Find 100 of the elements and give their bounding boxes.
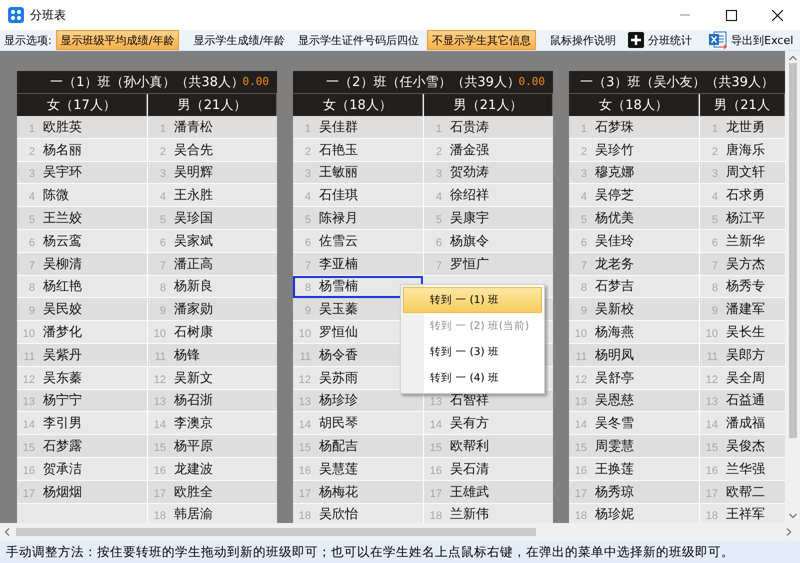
student-cell[interactable]: 14 李澳京 bbox=[148, 412, 277, 436]
student-cell[interactable]: 6 杨云鸾 bbox=[17, 230, 147, 253]
status-text: 手动调整方法：按住要转班的学生拖动到新的班级即可；也可以在学生姓名上点鼠标右键，在弹出的菜单中选择新的班级即可。 bbox=[6, 544, 734, 561]
student-name: 潘正高 bbox=[174, 256, 213, 273]
student-name: 潘建军 bbox=[726, 301, 765, 318]
student-cell[interactable]: 12 吴全周 bbox=[700, 366, 785, 390]
student-cell[interactable]: 6 兰新华 bbox=[700, 230, 785, 253]
student-cell[interactable]: 16 吴慧莲 bbox=[293, 458, 423, 481]
student-cell[interactable]: 2 潘金强 bbox=[424, 138, 553, 162]
student-cell[interactable]: 18 杨珍妮 bbox=[569, 504, 699, 523]
student-name: 贺劲涛 bbox=[450, 164, 489, 182]
minimize-icon[interactable] bbox=[680, 14, 690, 16]
maximize-icon[interactable] bbox=[726, 10, 736, 20]
student-cell[interactable]: 8 杨新良 bbox=[148, 276, 277, 298]
student-cell[interactable]: 16 吴石清 bbox=[424, 458, 553, 481]
student-cell[interactable]: 10 石树康 bbox=[148, 321, 277, 344]
student-name: 欧帮二 bbox=[726, 484, 765, 501]
row-number: 6 bbox=[580, 236, 587, 249]
student-cell[interactable]: 16 贺承洁 bbox=[17, 458, 147, 481]
student-cell[interactable]: 6 吴佳玲 bbox=[569, 230, 699, 253]
student-cell[interactable]: 4 石佳琪 bbox=[293, 184, 423, 208]
student-cell[interactable]: 16 兰华强 bbox=[700, 458, 785, 481]
student-cell[interactable]: 4 吴停芝 bbox=[569, 184, 699, 208]
scroll-up-icon[interactable] bbox=[788, 55, 796, 61]
row-number: 18 bbox=[428, 510, 442, 522]
student-cell[interactable]: 8 石梦吉 bbox=[569, 276, 699, 298]
student-name: 吴明辉 bbox=[174, 164, 213, 182]
row-number: 18 bbox=[152, 510, 166, 522]
student-name: 杨海燕 bbox=[595, 324, 634, 342]
student-name: 石益通 bbox=[726, 392, 765, 410]
scroll-left-icon[interactable] bbox=[4, 528, 10, 536]
scroll-down-icon[interactable] bbox=[788, 513, 796, 519]
student-cell[interactable]: 18 韩居渝 bbox=[148, 504, 277, 523]
menu-item[interactable]: 转到 一 (1) 班 bbox=[403, 287, 542, 313]
student-name: 石梦吉 bbox=[595, 278, 634, 296]
row-number: 14 bbox=[298, 419, 311, 432]
student-cell[interactable]: 4 石求勇 bbox=[700, 184, 785, 208]
student-cell[interactable]: 8 杨秀专 bbox=[700, 276, 785, 298]
column-header: 男（21人） bbox=[148, 94, 277, 116]
student-cell[interactable]: 4 陈微 bbox=[17, 184, 147, 208]
row-number: 8 bbox=[580, 282, 587, 294]
row-number: 4 bbox=[158, 191, 166, 204]
student-name: 杨雪楠 bbox=[319, 278, 358, 296]
student-name: 韩居渝 bbox=[174, 506, 213, 523]
statistics-button[interactable]: 分班统计 bbox=[624, 30, 696, 50]
student-name: 龙老务 bbox=[595, 256, 634, 273]
student-name: 石求勇 bbox=[726, 187, 765, 204]
student-name: 吴慧莲 bbox=[319, 460, 358, 478]
option-toggle[interactable]: 不显示学生其它信息 bbox=[427, 30, 536, 50]
scrollbar-thumb[interactable] bbox=[16, 528, 536, 536]
student-cell[interactable]: 10 吴长生 bbox=[700, 321, 785, 344]
student-cell[interactable]: 2 吴合先 bbox=[148, 138, 277, 162]
row-number: 6 bbox=[28, 236, 35, 249]
row-number: 16 bbox=[152, 464, 166, 477]
export-button[interactable]: 导出到Excel bbox=[705, 30, 798, 50]
student-cell[interactable]: 10 杨海燕 bbox=[569, 321, 699, 344]
student-name: 兰新伟 bbox=[450, 506, 489, 523]
student-cell[interactable]: 6 杨旗令 bbox=[424, 230, 553, 253]
scrollbar-thumb[interactable] bbox=[788, 63, 796, 438]
student-cell[interactable]: 2 杨名丽 bbox=[17, 138, 147, 162]
student-cell[interactable]: 18 兰新伟 bbox=[424, 504, 553, 523]
student-cell[interactable]: 12 吴舒亭 bbox=[569, 366, 699, 390]
student-cell[interactable]: 6 佐雪云 bbox=[293, 230, 423, 253]
class-title: 一（1）班（孙小真）（共38人） bbox=[50, 74, 244, 91]
student-cell[interactable]: 2 石艳玉 bbox=[293, 138, 423, 162]
student-cell[interactable]: 2 吴珍竹 bbox=[569, 138, 699, 162]
student-cell[interactable]: 16 龙建波 bbox=[148, 458, 277, 481]
student-cell[interactable]: 4 王永胜 bbox=[148, 184, 277, 208]
option-toggle[interactable]: 鼠标操作说明 bbox=[545, 30, 622, 50]
student-name: 石贵涛 bbox=[450, 118, 489, 136]
close-icon[interactable] bbox=[772, 10, 782, 20]
student-cell[interactable]: 14 吴有方 bbox=[424, 412, 553, 436]
student-name: 杨秀专 bbox=[726, 278, 765, 296]
student-name: 吴玉蓁 bbox=[319, 301, 358, 318]
student-name: 吴方杰 bbox=[726, 256, 765, 273]
student-name: 吴新校 bbox=[595, 301, 634, 318]
student-cell[interactable]: 6 吴家斌 bbox=[148, 230, 277, 253]
student-cell[interactable]: 12 吴新文 bbox=[148, 366, 277, 390]
student-name: 杨梅花 bbox=[319, 484, 358, 501]
student-cell[interactable]: 12 吴东蓁 bbox=[17, 366, 147, 390]
student-cell[interactable]: 4 徐绍祥 bbox=[424, 184, 553, 208]
student-cell[interactable]: 14 潘成福 bbox=[700, 412, 785, 436]
option-toggle[interactable]: 显示学生成绩/年龄 bbox=[188, 30, 290, 50]
student-cell[interactable]: 10 潘梦化 bbox=[17, 321, 147, 344]
student-name: 吴停芝 bbox=[595, 187, 634, 204]
student-cell[interactable]: 14 胡民琴 bbox=[293, 412, 423, 436]
student-cell[interactable]: 18 王祥军 bbox=[700, 504, 785, 523]
scroll-right-icon[interactable] bbox=[786, 528, 792, 536]
student-name: 杨珍妮 bbox=[595, 506, 634, 523]
student-cell[interactable]: 18 吴欣怡 bbox=[293, 504, 423, 523]
option-toggle[interactable]: 显示学生证件号码后四位 bbox=[293, 30, 424, 50]
student-cell[interactable]: 8 杨红艳 bbox=[17, 276, 147, 298]
row-number: 18 bbox=[574, 510, 587, 522]
student-cell[interactable]: 16 王换莲 bbox=[569, 458, 699, 481]
student-cell[interactable]: 14 吴冬雪 bbox=[569, 412, 699, 436]
student-cell[interactable]: 2 唐海乐 bbox=[700, 138, 785, 162]
student-cell[interactable]: 14 李引男 bbox=[17, 412, 147, 436]
student-name: 吴合先 bbox=[174, 142, 213, 159]
option-toggle[interactable]: 显示班级平均成绩/年龄 bbox=[56, 30, 180, 50]
row-number: 14 bbox=[22, 419, 35, 432]
